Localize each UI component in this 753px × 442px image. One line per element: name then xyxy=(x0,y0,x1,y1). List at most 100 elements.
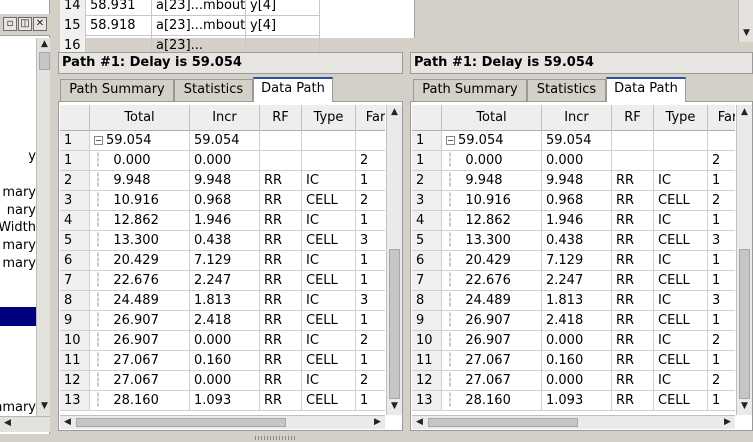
splitter-grip-icon[interactable] xyxy=(255,436,295,440)
table-row[interactable]: 11 ┆ 27.067 0.160 RR CELL 1 xyxy=(60,351,385,371)
table-cell: 1 xyxy=(708,251,735,271)
table-cell: 1 xyxy=(356,251,385,271)
table-cell: 1.946 xyxy=(190,211,260,231)
column-header[interactable]: Incr xyxy=(542,105,612,131)
left-tree-item[interactable]: mary xyxy=(2,184,36,202)
scroll-down-icon[interactable]: ▼ xyxy=(39,401,50,412)
horizontal-scrollbar[interactable]: ◀ ▶ xyxy=(412,415,735,429)
table-row[interactable]: 1 ┆ 0.000 0.000 2 xyxy=(60,151,385,171)
table-row[interactable]: 10 ┆ 26.907 0.000 RR IC 2 xyxy=(60,331,385,351)
left-tree-item[interactable]: Summary xyxy=(0,399,36,417)
scroll-right-icon[interactable]: ▶ xyxy=(372,417,383,428)
table-row[interactable]: 8 ┆ 24.489 1.813 RR IC 3 xyxy=(60,291,385,311)
table-row[interactable]: 1 ┆ 0.000 0.000 2 xyxy=(412,151,735,171)
scroll-thumb[interactable] xyxy=(428,418,578,427)
table-row[interactable]: 8 ┆ 24.489 1.813 RR IC 3 xyxy=(412,291,735,311)
table-row[interactable]: 12 ┆ 27.067 0.000 RR IC 2 xyxy=(60,371,385,391)
table-row[interactable]: 7 ┆ 22.676 2.247 RR CELL 1 xyxy=(60,271,385,291)
left-tree-item[interactable]: y xyxy=(28,148,36,166)
scroll-up-icon[interactable]: ▲ xyxy=(389,107,400,118)
top-vertical-scrollbar[interactable]: ▼ xyxy=(738,0,753,42)
tab-data-path[interactable]: Data Path xyxy=(606,77,686,102)
collapse-icon[interactable]: − xyxy=(94,136,103,145)
scroll-left-icon[interactable]: ◀ xyxy=(62,417,73,428)
table-row[interactable]: 13 ┆ 28.160 1.093 RR CELL 1 xyxy=(412,391,735,411)
total-value: 9.948 xyxy=(113,173,151,188)
tab-path-summary[interactable]: Path Summary xyxy=(413,79,527,101)
tab-statistics[interactable]: Statistics xyxy=(174,79,253,101)
left-tree-item[interactable]: Width xyxy=(0,219,36,237)
table-row[interactable]: 11 ┆ 27.067 0.160 RR CELL 1 xyxy=(412,351,735,371)
left-selected-item[interactable] xyxy=(0,307,36,326)
table-row[interactable]: 4 ┆ 12.862 1.946 RR IC 1 xyxy=(412,211,735,231)
scroll-right-icon[interactable]: ▶ xyxy=(722,417,733,428)
total-value: 27.067 xyxy=(465,353,511,368)
collapse-icon[interactable]: − xyxy=(446,136,455,145)
column-header[interactable]: Type xyxy=(654,105,708,131)
table-row[interactable]: 4 ┆ 12.862 1.946 RR IC 1 xyxy=(60,211,385,231)
table-row[interactable]: 9 ┆ 26.907 2.418 RR CELL 1 xyxy=(412,311,735,331)
table-row[interactable]: 1−59.054 59.054 xyxy=(60,131,385,151)
table-row[interactable]: 13 ┆ 28.160 1.093 RR CELL 1 xyxy=(60,391,385,411)
float-icon[interactable]: ◫ xyxy=(18,17,32,31)
scroll-thumb[interactable] xyxy=(76,418,286,427)
column-header[interactable]: Total xyxy=(90,105,190,131)
table-row[interactable]: 6 ┆ 20.429 7.129 RR IC 1 xyxy=(60,251,385,271)
left-vertical-scrollbar[interactable]: ▲ ▼ xyxy=(36,38,50,416)
horizontal-scrollbar[interactable]: ◀ ▶ xyxy=(60,415,385,429)
table-row[interactable]: 1−59.054 59.054 xyxy=(412,131,735,151)
column-header[interactable]: RF xyxy=(612,105,654,131)
table-row[interactable]: 12 ┆ 27.067 0.000 RR IC 2 xyxy=(412,371,735,391)
left-tree-item[interactable]: mary xyxy=(2,255,36,273)
scroll-left-icon[interactable]: ◀ xyxy=(414,417,425,428)
column-header[interactable]: RF xyxy=(260,105,302,131)
scroll-up-icon[interactable]: ▲ xyxy=(739,107,750,118)
tree-guide-icon: ┆ xyxy=(446,173,466,188)
close-icon[interactable]: ✕ xyxy=(33,17,47,31)
tab-data-path[interactable]: Data Path xyxy=(253,77,333,102)
column-header[interactable]: Type xyxy=(302,105,356,131)
table-row[interactable]: 5 ┆ 13.300 0.438 RR CELL 3 xyxy=(412,231,735,251)
table-cell: 1 xyxy=(356,211,385,231)
table-row[interactable]: 3 ┆ 10.916 0.968 RR CELL 2 xyxy=(412,191,735,211)
table-row[interactable]: 2 ┆ 9.948 9.948 RR IC 1 xyxy=(60,171,385,191)
scroll-down-icon[interactable]: ▼ xyxy=(741,28,752,39)
scroll-down-icon[interactable]: ▼ xyxy=(739,401,750,412)
left-horizontal-scrollbar[interactable]: ◀ xyxy=(0,416,50,432)
total-cell: ┆ 10.916 xyxy=(442,191,542,211)
scroll-thumb[interactable] xyxy=(739,249,750,399)
column-header[interactable]: Far xyxy=(356,105,385,131)
table-cell xyxy=(654,131,708,151)
table-row[interactable]: 5 ┆ 13.300 0.438 RR CELL 3 xyxy=(60,231,385,251)
table-row[interactable]: 7 ┆ 22.676 2.247 RR CELL 1 xyxy=(412,271,735,291)
table-cell: 0.000 xyxy=(190,151,260,171)
tab-statistics[interactable]: Statistics xyxy=(527,79,606,101)
table-row[interactable]: 3 ┆ 10.916 0.968 RR CELL 2 xyxy=(60,191,385,211)
column-header[interactable]: Far xyxy=(708,105,735,131)
scroll-left-icon[interactable]: ◀ xyxy=(2,418,13,429)
left-tree-item[interactable]: nary xyxy=(7,202,36,220)
table-row[interactable]: 6 ┆ 20.429 7.129 RR IC 1 xyxy=(412,251,735,271)
scroll-up-icon[interactable]: ▲ xyxy=(39,39,50,50)
table-row[interactable]: 10 ┆ 26.907 0.000 RR IC 2 xyxy=(412,331,735,351)
scroll-down-icon[interactable]: ▼ xyxy=(389,401,400,412)
scroll-thumb[interactable] xyxy=(389,249,400,399)
table-row[interactable]: 9 ┆ 26.907 2.418 RR CELL 1 xyxy=(60,311,385,331)
table-row[interactable]: 15 58.918 a[23]...mbout y[4] xyxy=(60,16,320,36)
vertical-scrollbar[interactable]: ▲ ▼ xyxy=(386,105,402,415)
column-header-row: Total Incr RF Type Far xyxy=(412,105,735,131)
column-header[interactable]: Incr xyxy=(190,105,260,131)
bottom-splitter[interactable] xyxy=(0,434,753,442)
table-cell: CELL xyxy=(654,271,708,291)
vertical-scrollbar[interactable]: ▲ ▼ xyxy=(736,105,752,415)
table-row[interactable]: 14 58.931 a[23]...mbout y[4] xyxy=(60,0,320,16)
table-cell: RR xyxy=(612,291,654,311)
column-header[interactable]: Total xyxy=(442,105,542,131)
scroll-thumb[interactable] xyxy=(39,52,50,70)
restore-icon[interactable]: ▫ xyxy=(3,17,17,31)
panel-title: Path #1: Delay is 59.054 xyxy=(58,52,403,74)
table-cell: y[4] xyxy=(246,16,320,36)
table-row[interactable]: 2 ┆ 9.948 9.948 RR IC 1 xyxy=(412,171,735,191)
left-tree-item[interactable]: mary xyxy=(2,237,36,255)
tab-path-summary[interactable]: Path Summary xyxy=(60,79,174,101)
